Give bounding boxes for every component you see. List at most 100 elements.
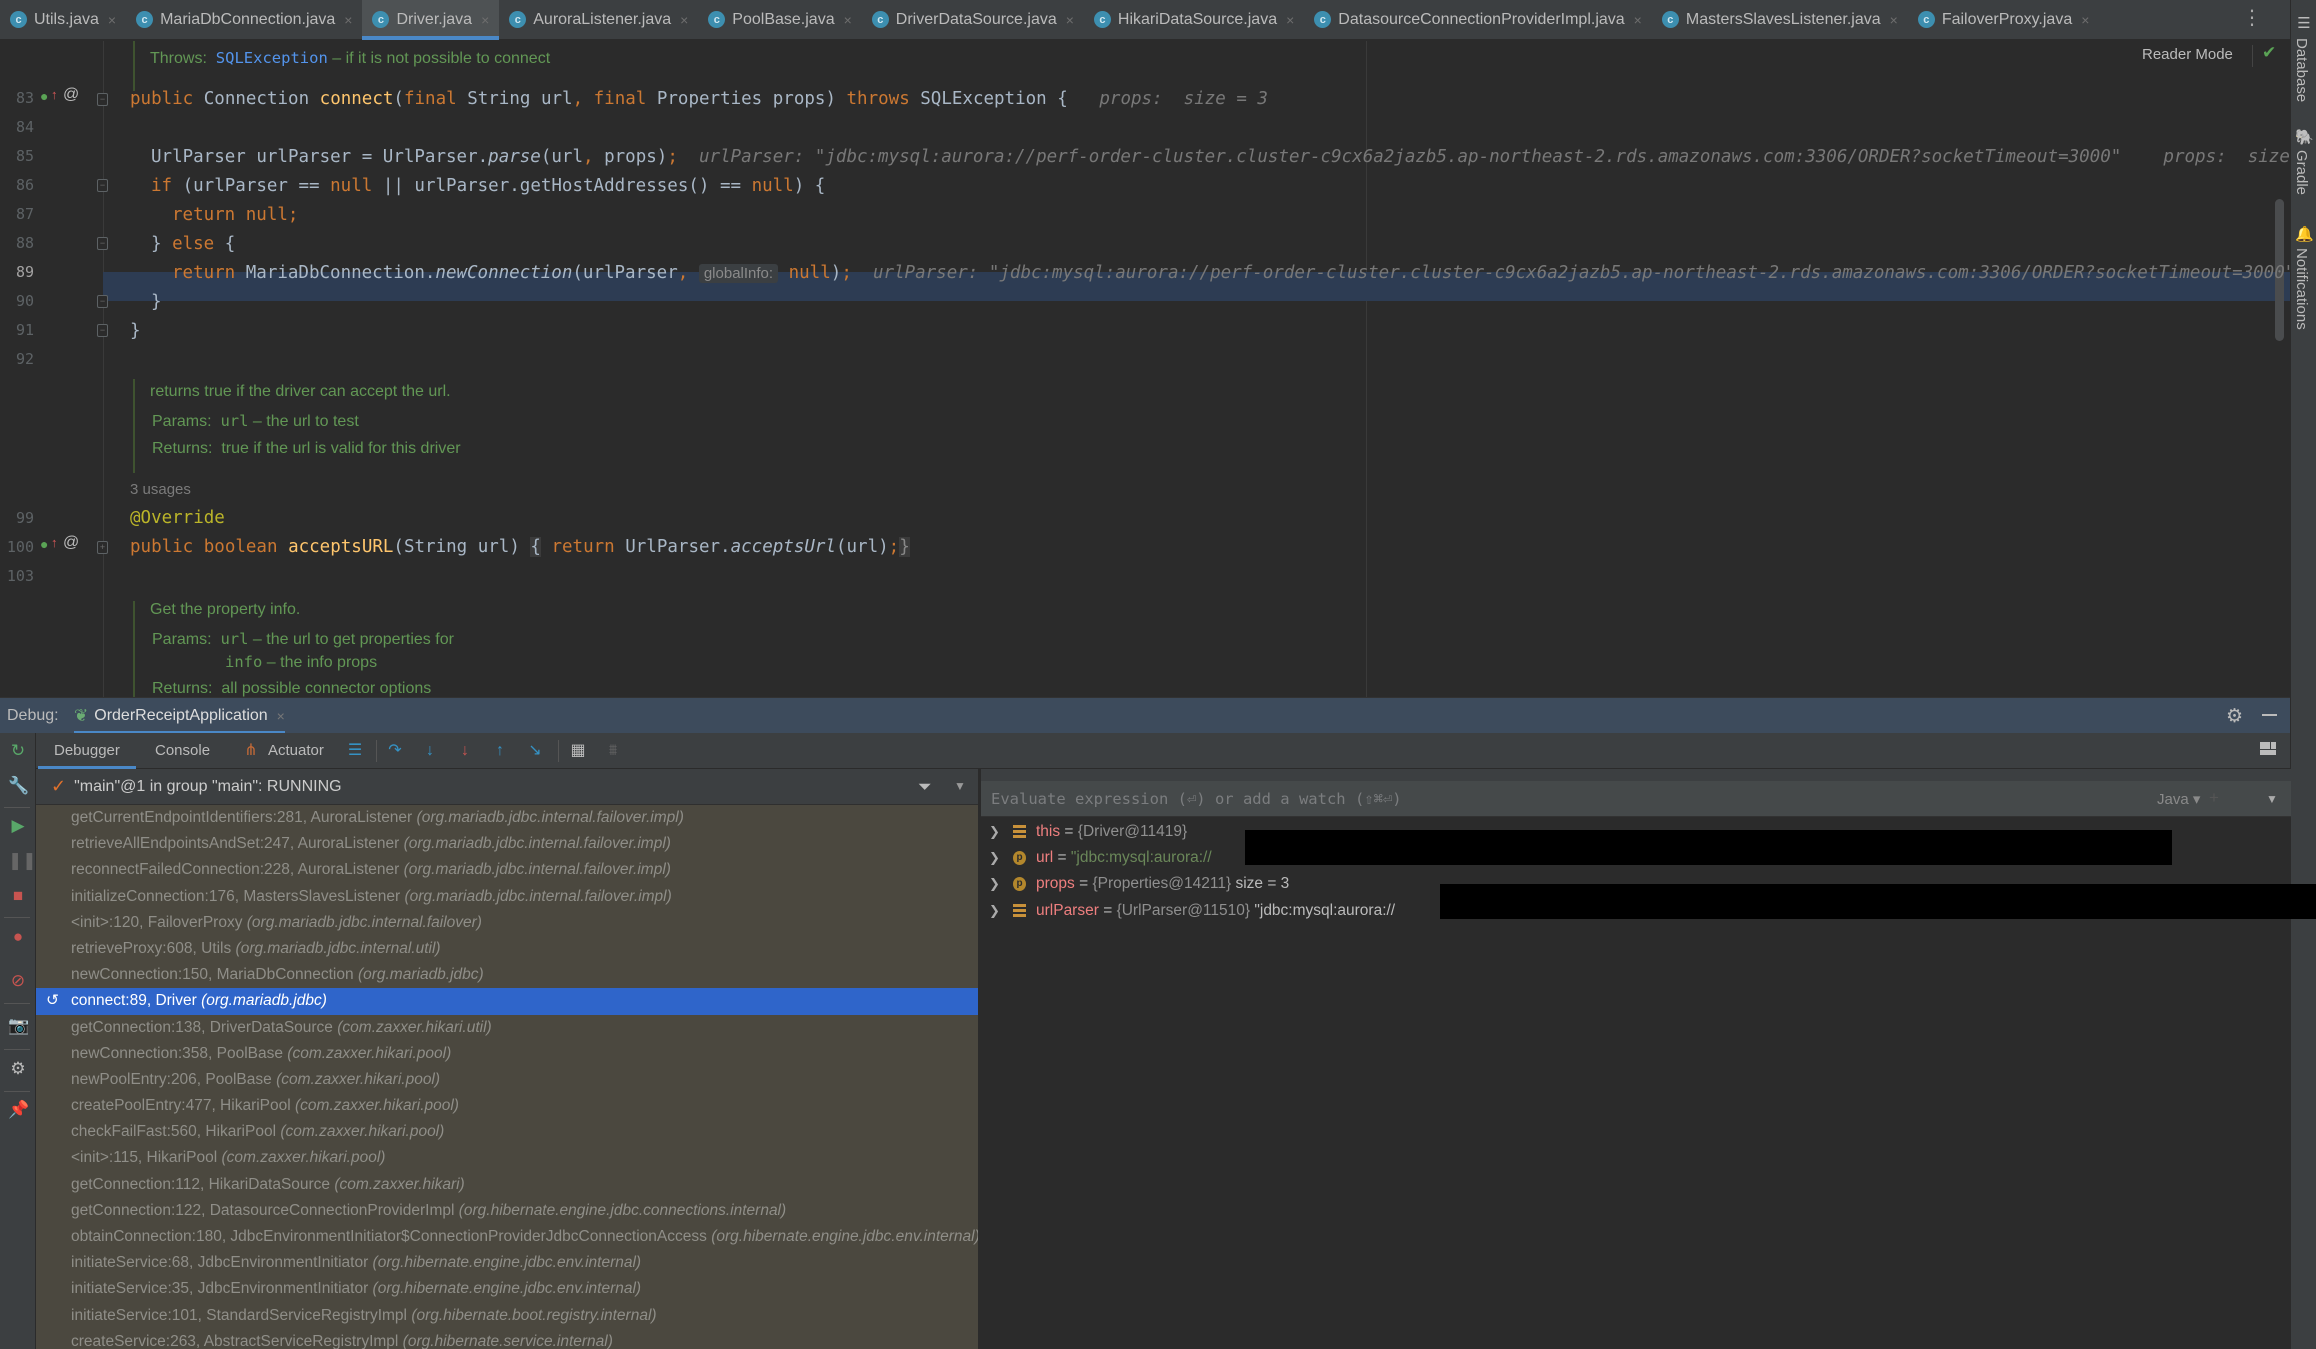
close-icon[interactable]: × <box>344 12 352 28</box>
close-icon[interactable]: × <box>680 12 688 28</box>
tab-utils[interactable]: c Utils.java × <box>0 0 126 40</box>
wrench-settings-icon[interactable]: 🔧 <box>8 776 29 796</box>
sqlexception-link[interactable]: SQLException <box>216 49 328 67</box>
implements-method-icon[interactable]: ● <box>40 88 48 104</box>
stack-frame[interactable]: newConnection:358, PoolBase (com.zaxxer.… <box>36 1041 978 1067</box>
filter-icon[interactable]: ⏷ <box>918 777 932 797</box>
database-tool-button[interactable]: Database <box>2293 38 2310 102</box>
chevron-down-icon[interactable]: ▼ <box>2266 792 2278 806</box>
tab-poolbase[interactable]: c PoolBase.java × <box>698 0 861 40</box>
stop-icon[interactable]: ■ <box>8 886 28 906</box>
tab-actuator[interactable]: Actuator <box>268 733 324 769</box>
stack-frame[interactable]: initiateService:68, JdbcEnvironmentIniti… <box>36 1250 978 1276</box>
fold-toggle[interactable]: − <box>97 295 108 308</box>
language-selector[interactable]: Java ▾ <box>2157 790 2200 808</box>
tab-console[interactable]: Console <box>155 733 210 769</box>
add-watch-icon[interactable]: + <box>2209 788 2219 808</box>
close-icon[interactable]: × <box>1634 12 1642 28</box>
close-icon[interactable]: × <box>1286 12 1294 28</box>
minimize-icon[interactable] <box>2262 714 2277 716</box>
rerun-icon[interactable]: ↻ <box>8 741 28 761</box>
gradle-tool-button[interactable]: Gradle <box>2293 150 2310 195</box>
close-icon[interactable]: × <box>1066 12 1074 28</box>
notifications-tool-button[interactable]: Notifications <box>2293 248 2310 330</box>
trace-current-stream-icon[interactable]: ⩩ <box>604 741 622 761</box>
fold-toggle[interactable]: − <box>97 237 108 250</box>
stack-frame[interactable]: retrieveProxy:608, Utils (org.mariadb.jd… <box>36 936 978 962</box>
folded-region[interactable]: { <box>530 537 541 557</box>
stack-frame[interactable]: initiateService:35, JdbcEnvironmentIniti… <box>36 1276 978 1302</box>
annotation-at-icon[interactable]: @ <box>63 86 79 104</box>
mute-breakpoints-icon[interactable]: ⊘ <box>8 971 28 991</box>
force-step-into-icon[interactable]: ↓ <box>456 741 474 761</box>
view-breakpoints-icon[interactable]: ● <box>8 927 28 947</box>
tab-auroralistener[interactable]: c AuroraListener.java × <box>499 0 698 40</box>
thread-selector[interactable]: ✓ "main"@1 in group "main": RUNNING ⏷ ▼ <box>36 769 978 805</box>
stack-frame[interactable]: initiateService:101, StandardServiceRegi… <box>36 1303 978 1329</box>
close-icon[interactable]: × <box>1890 12 1898 28</box>
step-into-icon[interactable]: ↓ <box>421 741 439 761</box>
tab-datasourceconnectionproviderimpl[interactable]: c DatasourceConnectionProviderImpl.java × <box>1304 0 1652 40</box>
chevron-down-icon[interactable]: ▼ <box>954 779 966 793</box>
stack-frame[interactable]: reconnectFailedConnection:228, AuroraLis… <box>36 857 978 883</box>
implements-method-icon[interactable]: ● <box>40 536 48 552</box>
settings-gear-icon[interactable]: ⚙ <box>8 1059 28 1079</box>
stack-frame[interactable]: newPoolEntry:206, PoolBase (com.zaxxer.h… <box>36 1067 978 1093</box>
evaluate-expression-calculator-icon[interactable]: ▦ <box>569 741 587 761</box>
tab-driver[interactable]: c Driver.java × <box>362 0 500 40</box>
close-icon[interactable]: × <box>481 12 489 28</box>
fold-toggle[interactable]: − <box>97 324 108 337</box>
tab-mastersslaveslistener[interactable]: c MastersSlavesListener.java × <box>1652 0 1908 40</box>
pause-icon[interactable]: ❚❚ <box>8 851 37 871</box>
stack-frame[interactable]: newConnection:150, MariaDbConnection (or… <box>36 962 978 988</box>
stack-frame[interactable]: initializeConnection:176, MastersSlavesL… <box>36 884 978 910</box>
tab-failoverproxy[interactable]: c FailoverProxy.java × <box>1908 0 2100 40</box>
pin-icon[interactable]: 📌 <box>8 1100 29 1120</box>
stack-frame[interactable]: createPoolEntry:477, HikariPool (com.zax… <box>36 1093 978 1119</box>
stack-frame[interactable]: getConnection:122, DatasourceConnectionP… <box>36 1198 978 1224</box>
stack-frame[interactable]: checkFailFast:560, HikariPool (com.zaxxe… <box>36 1119 978 1145</box>
annotation-at-icon[interactable]: @ <box>63 534 79 552</box>
expand-chevron-icon[interactable]: ❯ <box>989 819 1000 845</box>
fold-toggle[interactable]: − <box>97 179 108 192</box>
code-editor[interactable]: Reader Mode ✔ Throws: SQLException – if … <box>0 41 2290 697</box>
tab-debugger[interactable]: Debugger <box>38 733 136 769</box>
stack-frame[interactable]: createService:263, AbstractServiceRegist… <box>36 1329 978 1349</box>
show-execution-point-icon[interactable]: ☰ <box>346 741 364 761</box>
more-tabs-icon[interactable]: ⋮ <box>2242 8 2262 28</box>
run-to-cursor-icon[interactable]: ↘ <box>526 741 544 761</box>
stack-frame[interactable]: obtainConnection:180, JdbcEnvironmentIni… <box>36 1224 978 1250</box>
camera-snapshot-icon[interactable]: 📷 <box>8 1016 29 1036</box>
expand-chevron-icon[interactable]: ❯ <box>989 871 1000 897</box>
tab-hikaridatasource[interactable]: c HikariDataSource.java × <box>1084 0 1304 40</box>
stack-frame[interactable]: retrieveAllEndpointsAndSet:247, AuroraLi… <box>36 831 978 857</box>
expand-chevron-icon[interactable]: ❯ <box>989 845 1000 871</box>
close-icon[interactable]: × <box>277 708 285 724</box>
layout-settings-icon[interactable] <box>2260 742 2277 757</box>
tab-mariadbconnection[interactable]: c MariaDbConnection.java × <box>126 0 362 40</box>
gear-icon[interactable]: ⚙ <box>2226 705 2243 728</box>
inspection-ok-check-icon[interactable]: ✔ <box>2262 43 2276 63</box>
tab-driverdatasource[interactable]: c DriverDataSource.java × <box>862 0 1084 40</box>
resume-icon[interactable]: ▶ <box>8 816 28 836</box>
step-over-icon[interactable]: ↷ <box>386 741 404 761</box>
folded-region[interactable]: } <box>899 537 910 557</box>
stack-frame[interactable]: getConnection:138, DriverDataSource (com… <box>36 1015 978 1041</box>
stack-frame[interactable]: <init>:120, FailoverProxy (org.mariadb.j… <box>36 910 978 936</box>
stack-frame[interactable]: <init>:115, HikariPool (com.zaxxer.hikar… <box>36 1145 978 1171</box>
expand-chevron-icon[interactable]: ❯ <box>989 898 1000 924</box>
fold-toggle[interactable]: − <box>97 93 108 106</box>
reader-mode-button[interactable]: Reader Mode <box>2142 46 2233 63</box>
close-icon[interactable]: × <box>108 12 116 28</box>
editor-gutter[interactable] <box>0 41 128 697</box>
close-icon[interactable]: × <box>844 12 852 28</box>
step-out-icon[interactable]: ↑ <box>491 741 509 761</box>
close-icon[interactable]: × <box>2081 12 2089 28</box>
stack-frame[interactable]: getConnection:112, HikariDataSource (com… <box>36 1172 978 1198</box>
stack-frame[interactable]: getCurrentEndpointIdentifiers:281, Auror… <box>36 805 978 831</box>
stack-frame-selected[interactable]: ↺ connect:89, Driver (org.mariadb.jdbc) <box>36 988 978 1015</box>
evaluate-expression-input[interactable] <box>991 781 1891 817</box>
usages-link[interactable]: 3 usages <box>130 481 191 498</box>
fold-toggle[interactable]: + <box>97 541 108 554</box>
debug-session-tab[interactable]: ❦ OrderReceiptApplication × <box>74 698 285 734</box>
